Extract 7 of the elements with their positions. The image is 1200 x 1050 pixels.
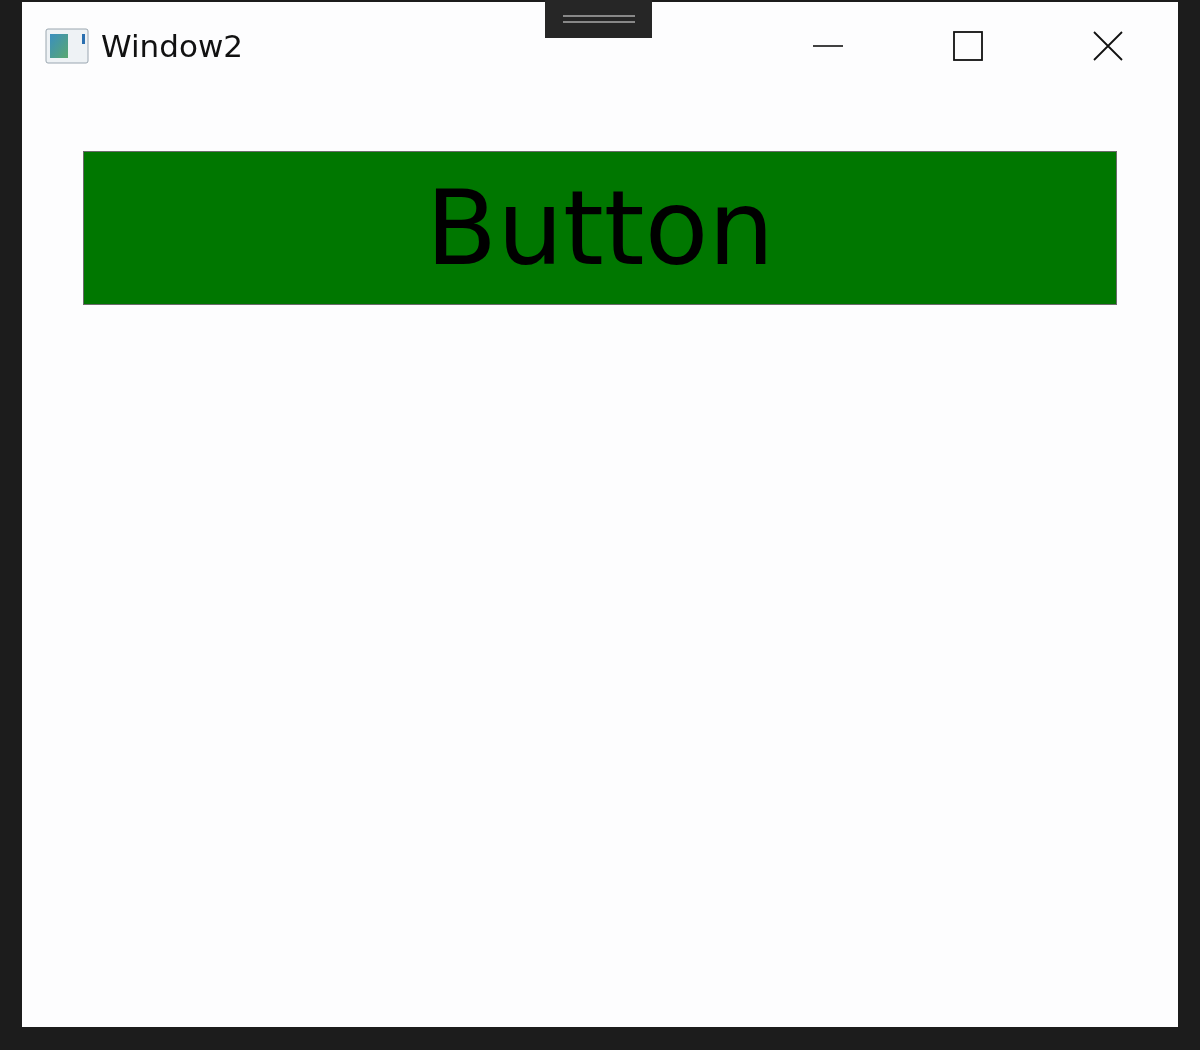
minimize-icon	[812, 45, 844, 47]
window-icon	[45, 28, 89, 64]
window-title: Window2	[101, 28, 243, 64]
close-icon	[1092, 30, 1124, 62]
maximize-icon	[952, 30, 984, 62]
action-button[interactable]: Button	[83, 151, 1117, 305]
toolbar-handle[interactable]	[545, 0, 652, 38]
